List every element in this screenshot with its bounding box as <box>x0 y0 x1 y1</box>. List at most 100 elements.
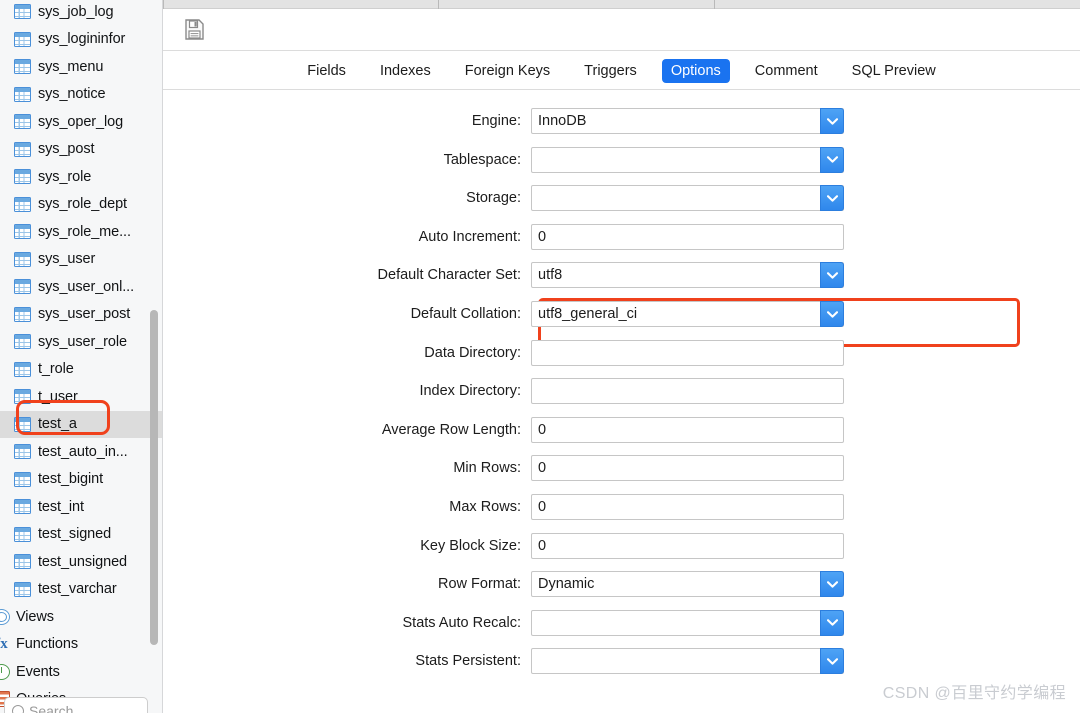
sidebar-group-item[interactable]: Events <box>0 658 163 686</box>
option-label: Engine: <box>163 113 531 129</box>
sidebar-table-label: sys_user_post <box>38 306 130 322</box>
table-icon <box>14 197 31 212</box>
table-icon <box>14 252 31 267</box>
tab-foreign-keys[interactable]: Foreign Keys <box>456 59 559 83</box>
sidebar-table-label: sys_role_me... <box>38 224 131 240</box>
save-floppy-icon[interactable] <box>185 19 204 40</box>
sidebar-group-label: Functions <box>16 636 78 652</box>
sidebar-table-item[interactable]: test_unsigned <box>0 548 163 576</box>
sidebar-table-item[interactable]: test_varchar <box>0 576 163 604</box>
option-label: Index Directory: <box>163 383 531 399</box>
option-label: Default Character Set: <box>163 267 531 283</box>
sidebar-table-item[interactable]: sys_user_post <box>0 301 163 329</box>
option-row: Tablespace: <box>163 146 1080 174</box>
table-icon <box>14 279 31 294</box>
sidebar-table-label: test_varchar <box>38 581 117 597</box>
option-label: Storage: <box>163 190 531 206</box>
sidebar-table-item[interactable]: test_signed <box>0 521 163 549</box>
option-input[interactable]: 0 <box>531 224 844 250</box>
sidebar-group-item[interactable]: fxFunctions <box>0 631 163 659</box>
option-select[interactable]: InnoDB <box>531 108 844 134</box>
watermark-text: CSDN @百里守约学编程 <box>883 679 1066 703</box>
chevron-down-icon[interactable] <box>820 185 844 211</box>
table-icon <box>14 4 31 19</box>
option-select[interactable]: Dynamic <box>531 571 844 597</box>
option-input[interactable] <box>531 378 844 404</box>
sidebar-table-item[interactable]: test_auto_in... <box>0 438 163 466</box>
chevron-down-icon[interactable] <box>820 108 844 134</box>
option-input[interactable] <box>531 340 844 366</box>
option-row: Average Row Length:0 <box>163 416 1080 444</box>
chevron-down-icon[interactable] <box>820 648 844 674</box>
editor-tab-bar[interactable]: Fields Indexes Foreign Keys Triggers Options… <box>163 52 1080 90</box>
option-value: 0 <box>532 229 546 245</box>
option-label: Stats Auto Recalc: <box>163 615 531 631</box>
option-row: Storage: <box>163 184 1080 212</box>
option-select[interactable]: utf8 <box>531 262 844 288</box>
chevron-down-icon[interactable] <box>820 262 844 288</box>
sidebar-table-item[interactable]: sys_role_dept <box>0 191 163 219</box>
sidebar-table-item[interactable]: sys_notice <box>0 81 163 109</box>
option-row: Stats Persistent: <box>163 647 1080 675</box>
chevron-down-icon[interactable] <box>820 571 844 597</box>
chevron-down-icon[interactable] <box>820 610 844 636</box>
option-select[interactable] <box>531 610 844 636</box>
option-select[interactable] <box>531 147 844 173</box>
option-input[interactable]: 0 <box>531 533 844 559</box>
option-select[interactable] <box>531 648 844 674</box>
table-icon <box>14 527 31 542</box>
sidebar-table-item[interactable]: sys_user <box>0 246 163 274</box>
sidebar-table-item[interactable]: sys_role_me... <box>0 218 163 246</box>
sidebar-group-item[interactable]: Views <box>0 603 163 631</box>
tab-comment[interactable]: Comment <box>746 59 827 83</box>
sidebar-table-item[interactable]: sys_post <box>0 136 163 164</box>
table-icon <box>14 224 31 239</box>
sidebar-scrollbar-thumb[interactable] <box>150 310 158 645</box>
sidebar-table-item[interactable]: sys_logininfor <box>0 26 163 54</box>
option-row: Stats Auto Recalc: <box>163 609 1080 637</box>
database-object-sidebar[interactable]: sys_job_log sys_logininforsys_menusys_not… <box>0 0 163 713</box>
table-icon <box>14 499 31 514</box>
option-label: Average Row Length: <box>163 422 531 438</box>
chevron-down-icon[interactable] <box>820 147 844 173</box>
option-row: Key Block Size:0 <box>163 532 1080 560</box>
tab-fields[interactable]: Fields <box>298 59 355 83</box>
sidebar-table-item[interactable]: test_bigint <box>0 466 163 494</box>
tab-sql-preview[interactable]: SQL Preview <box>843 59 945 83</box>
option-input[interactable]: 0 <box>531 455 844 481</box>
tab-indexes[interactable]: Indexes <box>371 59 440 83</box>
option-select[interactable] <box>531 185 844 211</box>
tab-divider <box>714 0 715 9</box>
window-tab-strip[interactable] <box>163 0 1080 9</box>
sidebar-table-item[interactable]: test_int <box>0 493 163 521</box>
sidebar-table-item[interactable]: test_a <box>0 411 163 439</box>
tab-options[interactable]: Options <box>662 59 730 83</box>
sidebar-table-item[interactable]: sys_user_onl... <box>0 273 163 301</box>
sidebar-table-item[interactable]: sys_user_role <box>0 328 163 356</box>
editor-toolbar[interactable] <box>163 9 1080 51</box>
sidebar-table-item[interactable]: t_user <box>0 383 163 411</box>
option-row: Default Collation:utf8_general_ci <box>163 300 1080 328</box>
option-value: 0 <box>532 499 546 515</box>
option-row: Auto Increment:0 <box>163 223 1080 251</box>
sidebar-table-label: t_role <box>38 361 74 377</box>
table-options-form[interactable]: Engine:InnoDB Tablespace: Storage: Auto Inc… <box>163 91 1080 713</box>
sidebar-table-item[interactable]: sys_job_log <box>0 0 163 26</box>
sidebar-table-item[interactable]: sys_oper_log <box>0 108 163 136</box>
option-input[interactable]: 0 <box>531 494 844 520</box>
option-input[interactable]: 0 <box>531 417 844 443</box>
chevron-down-icon[interactable] <box>820 301 844 327</box>
sidebar-table-item[interactable]: sys_menu <box>0 53 163 81</box>
sidebar-table-item[interactable]: t_role <box>0 356 163 384</box>
option-label: Tablespace: <box>163 152 531 168</box>
tab-triggers[interactable]: Triggers <box>575 59 646 83</box>
sidebar-group-label: Events <box>16 664 60 680</box>
main-panel: Fields Indexes Foreign Keys Triggers Options… <box>163 0 1080 713</box>
sidebar-table-label: sys_job_log <box>38 4 113 20</box>
sidebar-table-item[interactable]: sys_role <box>0 163 163 191</box>
search-icon <box>12 705 24 713</box>
table-icon <box>14 169 31 184</box>
sidebar-search-box[interactable]: Search <box>4 697 148 713</box>
sidebar-table-label: sys_post <box>38 141 94 157</box>
option-select[interactable]: utf8_general_ci <box>531 301 844 327</box>
